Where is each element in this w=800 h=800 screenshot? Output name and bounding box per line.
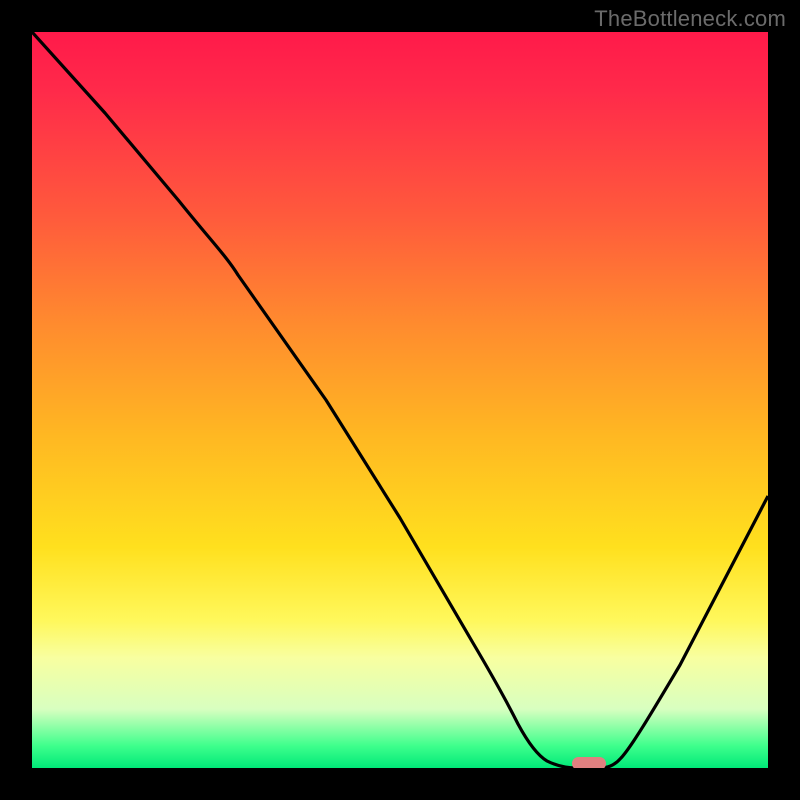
curve-svg (32, 32, 768, 768)
plot-area (32, 32, 768, 768)
watermark-text: TheBottleneck.com (594, 6, 786, 32)
bottleneck-curve (32, 32, 768, 768)
optimum-marker (572, 757, 606, 768)
chart-frame: TheBottleneck.com (0, 0, 800, 800)
